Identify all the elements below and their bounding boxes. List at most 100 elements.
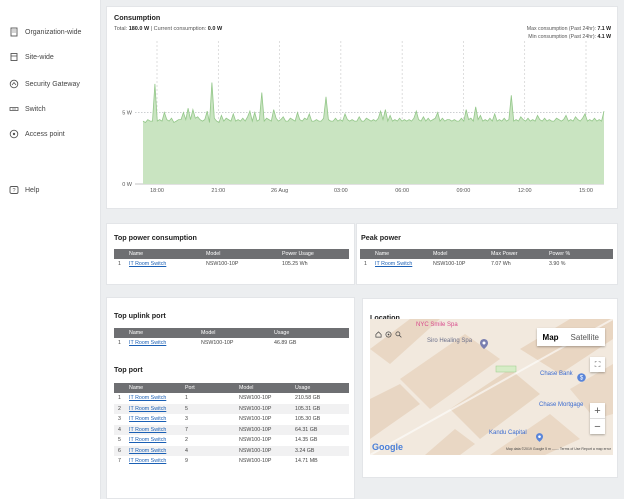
table-row: 5 IT Room Switch 2 NSW100-10P 14.35 GB xyxy=(114,435,349,446)
sidebar-item-switch[interactable]: Switch xyxy=(9,104,46,114)
device-link[interactable]: IT Room Switch xyxy=(129,406,166,412)
name-cell: IT Room Switch xyxy=(371,259,429,270)
building-icon xyxy=(9,27,19,37)
name-cell: IT Room Switch xyxy=(125,259,202,270)
top-power-table: Name Model Power Usage 1 IT Room Switch … xyxy=(114,249,349,270)
col-header xyxy=(114,249,125,259)
target-icon[interactable] xyxy=(385,325,392,338)
place-label: Chase Bank xyxy=(540,371,573,377)
map-attribution[interactable]: Map data ©2019 Google 5 m ⎯⎯⎯⎯ Terms of … xyxy=(506,447,611,451)
satellite-button[interactable]: Satellite xyxy=(565,328,605,346)
model-cell: NSW100-10P xyxy=(239,458,272,465)
col-header: Usage xyxy=(291,383,349,393)
place-label: Kandu Capital xyxy=(489,430,527,436)
col-header: Usage xyxy=(270,328,349,338)
zoom-in-button[interactable]: + xyxy=(590,403,605,418)
model-cell: NSW100-10P xyxy=(239,437,272,444)
top-power-card: Top power consumption Name Model Power U… xyxy=(106,223,355,285)
top-uplink-table: Name Model Usage 1 IT Room Switch NSW100… xyxy=(114,328,349,349)
name-cell: IT Room Switch xyxy=(125,403,181,414)
power-percent-cell: 3.90 % xyxy=(549,261,566,268)
map-tools xyxy=(375,325,402,338)
x-tick-label: 18:00 xyxy=(150,188,164,194)
gateway-icon xyxy=(9,79,19,89)
x-tick-label: 06:00 xyxy=(395,188,409,194)
top-uplink-title: Top uplink port xyxy=(114,311,166,320)
peak-power-table: Name Model Max Power Power % 1 IT Room S… xyxy=(360,249,613,270)
consumption-chart: 5 W 0 W 18:00 21:00 26 Aug 03:00 06:00 09:00 12:… xyxy=(122,41,605,194)
home-icon[interactable] xyxy=(375,325,382,338)
col-header: Name xyxy=(371,249,429,259)
x-tick-label: 12:00 xyxy=(518,188,532,194)
col-header xyxy=(360,249,371,259)
x-tick-label: 21:00 xyxy=(211,188,225,194)
usage-cell: 210.58 GB xyxy=(295,395,321,402)
max-power-cell: 7.07 Wh xyxy=(491,261,511,268)
table-row: 1 IT Room Switch NSW100-10P 46.89 GB xyxy=(114,338,349,349)
port-cell: 2 xyxy=(185,437,188,444)
device-link[interactable]: IT Room Switch xyxy=(129,448,166,454)
col-header: Power % xyxy=(545,249,613,259)
name-cell: IT Room Switch xyxy=(125,338,197,349)
usage-cell: 14.71 MB xyxy=(295,458,318,465)
switch-icon xyxy=(9,104,19,114)
device-link[interactable]: IT Room Switch xyxy=(375,261,412,267)
place-label: Siro Healing Spa xyxy=(427,338,473,344)
col-header xyxy=(114,383,125,393)
row-index: 1 xyxy=(118,395,121,402)
sidebar-item-label: Switch xyxy=(25,105,46,113)
map-button[interactable]: Map xyxy=(537,328,565,346)
table-row: 1 IT Room Switch 1 NSW100-10P 210.58 GB xyxy=(114,393,349,404)
col-header: Max Power xyxy=(487,249,545,259)
help-icon: ? xyxy=(9,185,19,195)
device-link[interactable]: IT Room Switch xyxy=(129,395,166,401)
sidebar-item-help[interactable]: ? Help xyxy=(9,185,39,195)
area-fill xyxy=(143,82,604,184)
device-link[interactable]: IT Room Switch xyxy=(129,458,166,464)
col-header xyxy=(114,328,125,338)
sidebar-item-organization-wide[interactable]: Organization-wide xyxy=(9,27,81,37)
zoom-out-button[interactable]: − xyxy=(590,419,605,434)
consumption-card: Consumption Total: 180.0 W | Current con… xyxy=(106,6,618,209)
place-label: NYC Smile Spa xyxy=(416,322,458,328)
device-link[interactable]: IT Room Switch xyxy=(129,261,166,267)
col-header: Model xyxy=(202,249,278,259)
port-cell: 3 xyxy=(185,416,188,423)
usage-cell: 105.25 Wh xyxy=(282,261,308,268)
x-tick-label: 03:00 xyxy=(334,188,348,194)
name-cell: IT Room Switch xyxy=(125,445,181,456)
model-cell: NSW100-10P xyxy=(235,424,291,435)
sidebar-item-access-point[interactable]: Access point xyxy=(9,129,65,139)
site-icon xyxy=(9,52,19,62)
device-link[interactable]: IT Room Switch xyxy=(129,340,166,346)
usage-cell: 105.30 GB xyxy=(295,416,321,423)
row-index: 4 xyxy=(114,424,125,435)
search-icon[interactable] xyxy=(395,325,402,338)
sidebar-item-label: Help xyxy=(25,186,40,194)
table-row: 7 IT Room Switch 9 NSW100-10P 14.71 MB xyxy=(114,456,349,467)
map-type-control: Map Satellite xyxy=(536,328,605,346)
top-port-title: Top port xyxy=(114,365,143,374)
row-index: 7 xyxy=(118,458,121,465)
model-cell: NSW100-10P xyxy=(239,395,272,402)
device-link[interactable]: IT Room Switch xyxy=(129,437,166,443)
map[interactable]: NYC Smile Spa Siro Healing Spa Chase Ban… xyxy=(370,319,613,455)
table-row: 6 IT Room Switch 4 NSW100-10P 3.24 GB xyxy=(114,445,349,456)
device-link[interactable]: IT Room Switch xyxy=(129,416,166,422)
fullscreen-icon[interactable]: ⛶ xyxy=(590,357,605,372)
zoom-control: + − xyxy=(590,403,605,434)
name-cell: IT Room Switch xyxy=(125,393,181,404)
col-header: Name xyxy=(125,249,202,259)
google-text: Google xyxy=(372,442,403,452)
x-tick-label: 15:00 xyxy=(579,188,593,194)
sidebar-item-site-wide[interactable]: Site-wide xyxy=(9,52,54,62)
usage-cell: 14.35 GB xyxy=(295,437,318,444)
map-pin-icon xyxy=(536,429,543,447)
top-power-title: Top power consumption xyxy=(114,233,197,242)
usage-cell: 105.31 GB xyxy=(291,403,349,414)
top-port-table: Name Port Model Usage 1 IT Room Switch 1… xyxy=(114,383,349,467)
sidebar-item-security-gateway[interactable]: Security Gateway xyxy=(9,79,80,89)
peak-power-title: Peak power xyxy=(361,233,401,242)
col-header: Model xyxy=(197,328,270,338)
device-link[interactable]: IT Room Switch xyxy=(129,427,166,433)
